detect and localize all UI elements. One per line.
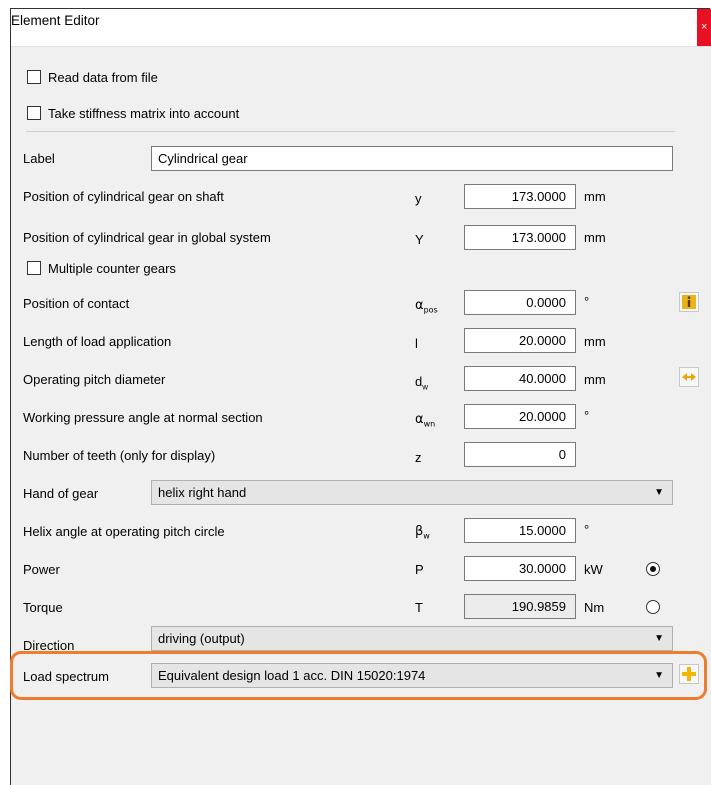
separator [26, 131, 675, 132]
title-bar [11, 9, 711, 47]
helix-angle-symbol: βw [415, 524, 430, 541]
power-input[interactable]: 30.0000 [464, 556, 576, 581]
helix-angle-unit: ° [584, 522, 590, 537]
power-symbol: P [415, 562, 424, 577]
window-title: Element Editor [11, 13, 100, 28]
load-spectrum-select-value: Equivalent design load 1 acc. DIN 15020:… [158, 668, 426, 683]
pos-global-label: Position of cylindrical gear in global s… [23, 230, 271, 245]
pressure-angle-label: Working pressure angle at normal section [23, 410, 263, 425]
teeth-label: Number of teeth (only for display) [23, 448, 216, 463]
pos-global-unit: mm [584, 230, 606, 245]
torque-radio[interactable] [646, 600, 660, 614]
direction-select-value: driving (output) [158, 631, 245, 646]
torque-symbol: T [415, 600, 423, 615]
pos-contact-input[interactable]: 0.0000 [464, 290, 576, 315]
load-length-label: Length of load application [23, 334, 172, 349]
stiffness-label: Take stiffness matrix into account [48, 106, 240, 121]
torque-input: 190.9859 [464, 594, 576, 619]
pos-contact-label: Position of contact [23, 296, 130, 311]
load-spectrum-select[interactable]: Equivalent design load 1 acc. DIN 15020:… [151, 663, 673, 688]
hand-select[interactable]: helix right hand ▼ [151, 480, 673, 505]
pos-global-input[interactable]: 173.0000 [464, 225, 576, 250]
teeth-input[interactable]: 0 [464, 442, 576, 467]
swap-arrows-icon [682, 373, 696, 381]
torque-label: Torque [23, 600, 63, 615]
pos-contact-unit: ° [584, 294, 590, 309]
pitch-dia-input[interactable]: 40.0000 [464, 366, 576, 391]
direction-select[interactable]: driving (output) ▼ [151, 626, 673, 651]
pos-shaft-unit: mm [584, 189, 606, 204]
helix-angle-input[interactable]: 15.0000 [464, 518, 576, 543]
power-radio[interactable] [646, 562, 660, 576]
pos-global-symbol: Y [415, 232, 424, 247]
multiple-counter-checkbox[interactable] [27, 261, 41, 275]
hand-label: Hand of gear [23, 486, 99, 501]
pos-shaft-symbol: y [415, 191, 422, 206]
swap-button[interactable] [679, 367, 699, 387]
pitch-dia-label: Operating pitch diameter [23, 372, 166, 387]
close-button[interactable]: × [697, 9, 711, 46]
pitch-dia-symbol: dw [415, 374, 429, 392]
pressure-angle-symbol: αwn [415, 412, 436, 429]
pitch-dia-unit: mm [584, 372, 606, 387]
chevron-down-icon: ▼ [654, 487, 664, 498]
power-unit: kW [584, 562, 603, 577]
pressure-angle-input[interactable]: 20.0000 [464, 404, 576, 429]
pos-shaft-label: Position of cylindrical gear on shaft [23, 189, 224, 204]
helix-angle-label: Helix angle at operating pitch circle [23, 524, 225, 539]
load-spectrum-label: Load spectrum [23, 669, 109, 684]
load-length-unit: mm [584, 334, 606, 349]
info-button[interactable] [679, 292, 699, 312]
radio-selected-dot [649, 565, 656, 572]
stiffness-checkbox[interactable] [27, 106, 41, 120]
power-label: Power [23, 562, 60, 577]
chevron-down-icon: ▼ [654, 670, 664, 681]
load-length-input[interactable]: 20.0000 [464, 328, 576, 353]
plus-icon [682, 667, 696, 681]
read-file-checkbox[interactable] [27, 70, 41, 84]
info-icon [682, 295, 696, 309]
multiple-counter-label: Multiple counter gears [48, 261, 176, 276]
add-load-spectrum-button[interactable] [679, 664, 699, 684]
teeth-symbol: z [415, 450, 422, 465]
pos-contact-symbol: αpos [415, 298, 438, 315]
load-length-symbol: l [415, 336, 418, 351]
label-input[interactable]: Cylindrical gear [151, 146, 673, 171]
read-file-label: Read data from file [48, 70, 158, 85]
torque-unit: Nm [584, 600, 605, 615]
pressure-angle-unit: ° [584, 408, 590, 423]
chevron-down-icon: ▼ [654, 633, 664, 644]
label-field-label: Label [23, 151, 55, 166]
hand-select-value: helix right hand [158, 485, 247, 500]
pos-shaft-input[interactable]: 173.0000 [464, 184, 576, 209]
